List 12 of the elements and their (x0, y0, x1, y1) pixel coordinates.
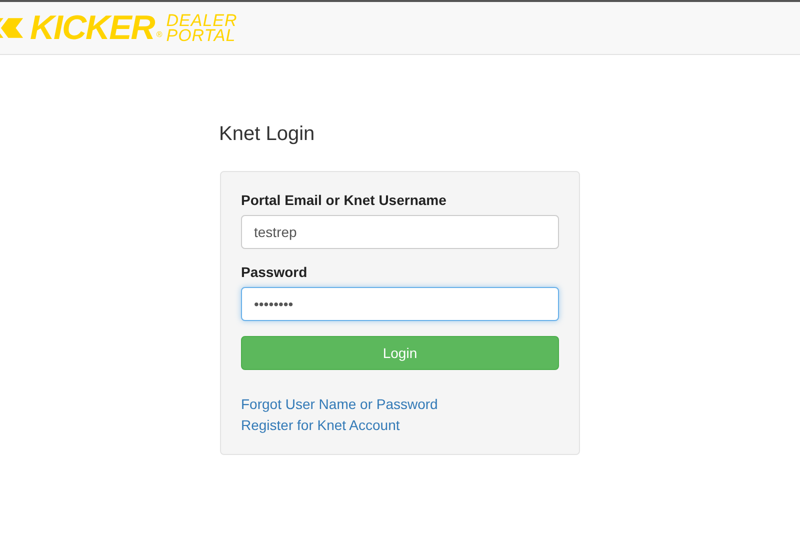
field-label: Password (241, 264, 308, 280)
login-button[interactable]: Login (241, 336, 559, 370)
logo-subtitle: DEALER (166, 13, 238, 28)
registered-mark: ® (156, 30, 162, 39)
logo-wordmark: KICKER (30, 11, 154, 45)
input-field[interactable]: testrep (241, 215, 559, 249)
text-link[interactable]: Register for Knet Account (241, 415, 400, 436)
input-field[interactable]: •••••••• (241, 287, 559, 321)
field-label: Portal Email or Knet Username (241, 192, 448, 208)
logo-subtitle: PORTAL (166, 28, 237, 43)
text-link[interactable]: Forgot User Name or Password (241, 394, 438, 415)
page-title: Knet Login (219, 122, 316, 147)
